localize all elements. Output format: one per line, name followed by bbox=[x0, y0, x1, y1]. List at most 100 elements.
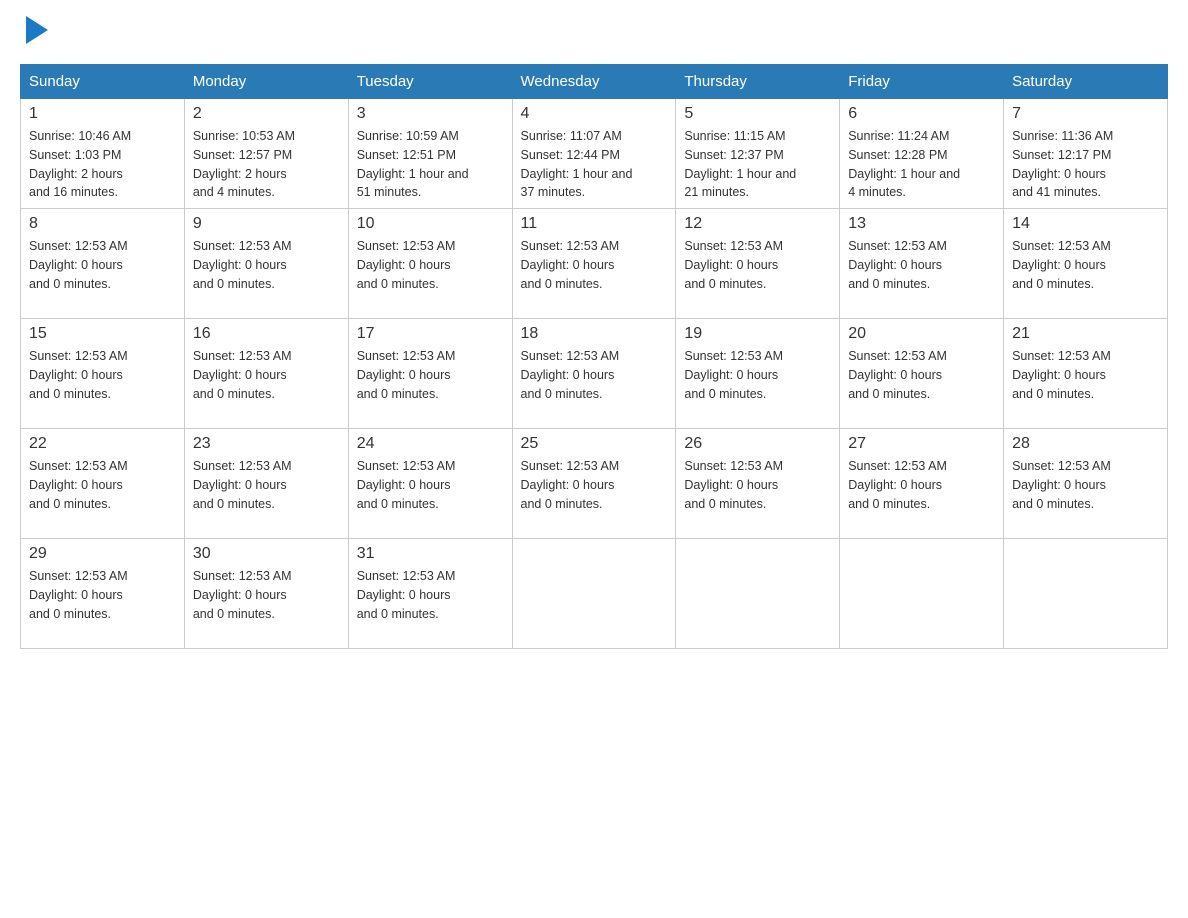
day-number: 31 bbox=[357, 545, 504, 563]
calendar-week-row: 22 Sunset: 12:53 AM Daylight: 0 hours and… bbox=[21, 429, 1168, 539]
calendar-cell: 10 Sunset: 12:53 AM Daylight: 0 hours and… bbox=[348, 209, 512, 319]
day-number: 5 bbox=[684, 105, 831, 123]
calendar-cell: 8Sunset: 12:53 AM Daylight: 0 hours and … bbox=[21, 209, 185, 319]
day-info: Sunrise: 11:36 AM Sunset: 12:17 PM Dayli… bbox=[1012, 127, 1159, 202]
calendar-cell: 26 Sunset: 12:53 AM Daylight: 0 hours and… bbox=[676, 429, 840, 539]
day-number: 1 bbox=[29, 105, 176, 123]
calendar-cell: 2Sunrise: 10:53 AM Sunset: 12:57 PM Dayl… bbox=[184, 99, 348, 209]
calendar-cell bbox=[840, 539, 1004, 649]
day-info: Sunrise: 11:07 AM Sunset: 12:44 PM Dayli… bbox=[521, 127, 668, 202]
calendar-cell: 21 Sunset: 12:53 AM Daylight: 0 hours and… bbox=[1004, 319, 1168, 429]
calendar-cell: 28Sunset: 12:53 AM Daylight: 0 hours and… bbox=[1004, 429, 1168, 539]
weekday-header-wednesday: Wednesday bbox=[512, 65, 676, 99]
day-info: Sunset: 12:53 AM Daylight: 0 hours and 0… bbox=[848, 347, 995, 403]
day-number: 7 bbox=[1012, 105, 1159, 123]
calendar-cell: 27Sunset: 12:53 AM Daylight: 0 hours and… bbox=[840, 429, 1004, 539]
calendar-cell: 7 Sunrise: 11:36 AM Sunset: 12:17 PM Dayl… bbox=[1004, 99, 1168, 209]
day-number: 30 bbox=[193, 545, 340, 563]
calendar-cell: 30Sunset: 12:53 AM Daylight: 0 hours and… bbox=[184, 539, 348, 649]
day-info: Sunset: 12:53 AM Daylight: 0 hours and 0… bbox=[1012, 237, 1159, 293]
calendar-cell: 15 Sunset: 12:53 AM Daylight: 0 hours and… bbox=[21, 319, 185, 429]
day-number: 4 bbox=[521, 105, 668, 123]
calendar-cell: 14 Sunset: 12:53 AM Daylight: 0 hours and… bbox=[1004, 209, 1168, 319]
weekday-header-monday: Monday bbox=[184, 65, 348, 99]
page-header bbox=[20, 20, 1168, 44]
calendar-cell: 23 Sunset: 12:53 AM Daylight: 0 hours and… bbox=[184, 429, 348, 539]
day-info: Sunrise: 10:59 AM Sunset: 12:51 PM Dayli… bbox=[357, 127, 504, 202]
day-number: 18 bbox=[521, 325, 668, 343]
day-info: Sunset: 12:53 AM Daylight: 0 hours and 0… bbox=[357, 347, 504, 403]
calendar-week-row: 29 Sunset: 12:53 AM Daylight: 0 hours and… bbox=[21, 539, 1168, 649]
calendar-cell: 29 Sunset: 12:53 AM Daylight: 0 hours and… bbox=[21, 539, 185, 649]
calendar-cell: 19 Sunset: 12:53 AM Daylight: 0 hours and… bbox=[676, 319, 840, 429]
weekday-header-row: SundayMondayTuesdayWednesdayThursdayFrid… bbox=[21, 65, 1168, 99]
weekday-header-saturday: Saturday bbox=[1004, 65, 1168, 99]
day-info: Sunset: 12:53 AM Daylight: 0 hours and 0… bbox=[29, 347, 176, 403]
day-info: Sunset: 12:53 AM Daylight: 0 hours and 0… bbox=[684, 347, 831, 403]
day-number: 26 bbox=[684, 435, 831, 453]
calendar-cell: 3 Sunrise: 10:59 AM Sunset: 12:51 PM Dayl… bbox=[348, 99, 512, 209]
day-number: 3 bbox=[357, 105, 504, 123]
logo bbox=[20, 20, 48, 44]
calendar-week-row: 8Sunset: 12:53 AM Daylight: 0 hours and … bbox=[21, 209, 1168, 319]
day-info: Sunset: 12:53 AM Daylight: 0 hours and 0… bbox=[29, 237, 176, 293]
day-number: 27 bbox=[848, 435, 995, 453]
calendar-cell: 12 Sunset: 12:53 AM Daylight: 0 hours and… bbox=[676, 209, 840, 319]
calendar-cell: 16 Sunset: 12:53 AM Daylight: 0 hours and… bbox=[184, 319, 348, 429]
calendar-cell: 20 Sunset: 12:53 AM Daylight: 0 hours and… bbox=[840, 319, 1004, 429]
day-number: 12 bbox=[684, 215, 831, 233]
day-info: Sunset: 12:53 AM Daylight: 0 hours and 0… bbox=[29, 567, 176, 623]
day-info: Sunset: 12:53 AM Daylight: 0 hours and 0… bbox=[684, 457, 831, 513]
logo-flag-icon bbox=[24, 20, 48, 44]
day-info: Sunset: 12:53 AM Daylight: 0 hours and 0… bbox=[684, 237, 831, 293]
day-info: Sunset: 12:53 AM Daylight: 0 hours and 0… bbox=[357, 237, 504, 293]
day-number: 25 bbox=[521, 435, 668, 453]
calendar-cell bbox=[676, 539, 840, 649]
day-number: 22 bbox=[29, 435, 176, 453]
calendar-cell: 18 Sunset: 12:53 AM Daylight: 0 hours and… bbox=[512, 319, 676, 429]
calendar-cell: 17 Sunset: 12:53 AM Daylight: 0 hours and… bbox=[348, 319, 512, 429]
calendar-cell: 25Sunset: 12:53 AM Daylight: 0 hours and… bbox=[512, 429, 676, 539]
calendar-cell: 9Sunset: 12:53 AM Daylight: 0 hours and … bbox=[184, 209, 348, 319]
calendar-cell: 5 Sunrise: 11:15 AM Sunset: 12:37 PM Dayl… bbox=[676, 99, 840, 209]
day-number: 11 bbox=[521, 215, 668, 233]
calendar-cell bbox=[1004, 539, 1168, 649]
calendar-cell: 11Sunset: 12:53 AM Daylight: 0 hours and… bbox=[512, 209, 676, 319]
day-info: Sunrise: 11:15 AM Sunset: 12:37 PM Dayli… bbox=[684, 127, 831, 202]
calendar-cell: 6Sunrise: 11:24 AM Sunset: 12:28 PM Dayl… bbox=[840, 99, 1004, 209]
day-number: 6 bbox=[848, 105, 995, 123]
calendar-cell: 24 Sunset: 12:53 AM Daylight: 0 hours and… bbox=[348, 429, 512, 539]
calendar-cell: 31 Sunset: 12:53 AM Daylight: 0 hours and… bbox=[348, 539, 512, 649]
day-number: 28 bbox=[1012, 435, 1159, 453]
day-number: 23 bbox=[193, 435, 340, 453]
day-number: 15 bbox=[29, 325, 176, 343]
day-info: Sunset: 12:53 AM Daylight: 0 hours and 0… bbox=[193, 237, 340, 293]
day-number: 2 bbox=[193, 105, 340, 123]
weekday-header-sunday: Sunday bbox=[21, 65, 185, 99]
day-info: Sunset: 12:53 AM Daylight: 0 hours and 0… bbox=[193, 347, 340, 403]
weekday-header-tuesday: Tuesday bbox=[348, 65, 512, 99]
calendar-cell bbox=[512, 539, 676, 649]
day-info: Sunset: 12:53 AM Daylight: 0 hours and 0… bbox=[357, 567, 504, 623]
day-number: 17 bbox=[357, 325, 504, 343]
day-info: Sunset: 12:53 AM Daylight: 0 hours and 0… bbox=[357, 457, 504, 513]
day-number: 24 bbox=[357, 435, 504, 453]
calendar-cell: 4 Sunrise: 11:07 AM Sunset: 12:44 PM Dayl… bbox=[512, 99, 676, 209]
day-number: 21 bbox=[1012, 325, 1159, 343]
day-info: Sunset: 12:53 AM Daylight: 0 hours and 0… bbox=[521, 347, 668, 403]
calendar-week-row: 15 Sunset: 12:53 AM Daylight: 0 hours and… bbox=[21, 319, 1168, 429]
calendar-table: SundayMondayTuesdayWednesdayThursdayFrid… bbox=[20, 64, 1168, 649]
day-info: Sunset: 12:53 AM Daylight: 0 hours and 0… bbox=[193, 457, 340, 513]
day-number: 29 bbox=[29, 545, 176, 563]
day-number: 20 bbox=[848, 325, 995, 343]
day-info: Sunset: 12:53 AM Daylight: 0 hours and 0… bbox=[848, 237, 995, 293]
day-number: 19 bbox=[684, 325, 831, 343]
day-info: Sunrise: 10:46 AM Sunset: 1:03 PM Daylig… bbox=[29, 127, 176, 202]
weekday-header-thursday: Thursday bbox=[676, 65, 840, 99]
day-info: Sunset: 12:53 AM Daylight: 0 hours and 0… bbox=[29, 457, 176, 513]
day-number: 14 bbox=[1012, 215, 1159, 233]
day-number: 16 bbox=[193, 325, 340, 343]
calendar-week-row: 1 Sunrise: 10:46 AM Sunset: 1:03 PM Dayli… bbox=[21, 99, 1168, 209]
day-number: 10 bbox=[357, 215, 504, 233]
day-info: Sunset: 12:53 AM Daylight: 0 hours and 0… bbox=[1012, 347, 1159, 403]
